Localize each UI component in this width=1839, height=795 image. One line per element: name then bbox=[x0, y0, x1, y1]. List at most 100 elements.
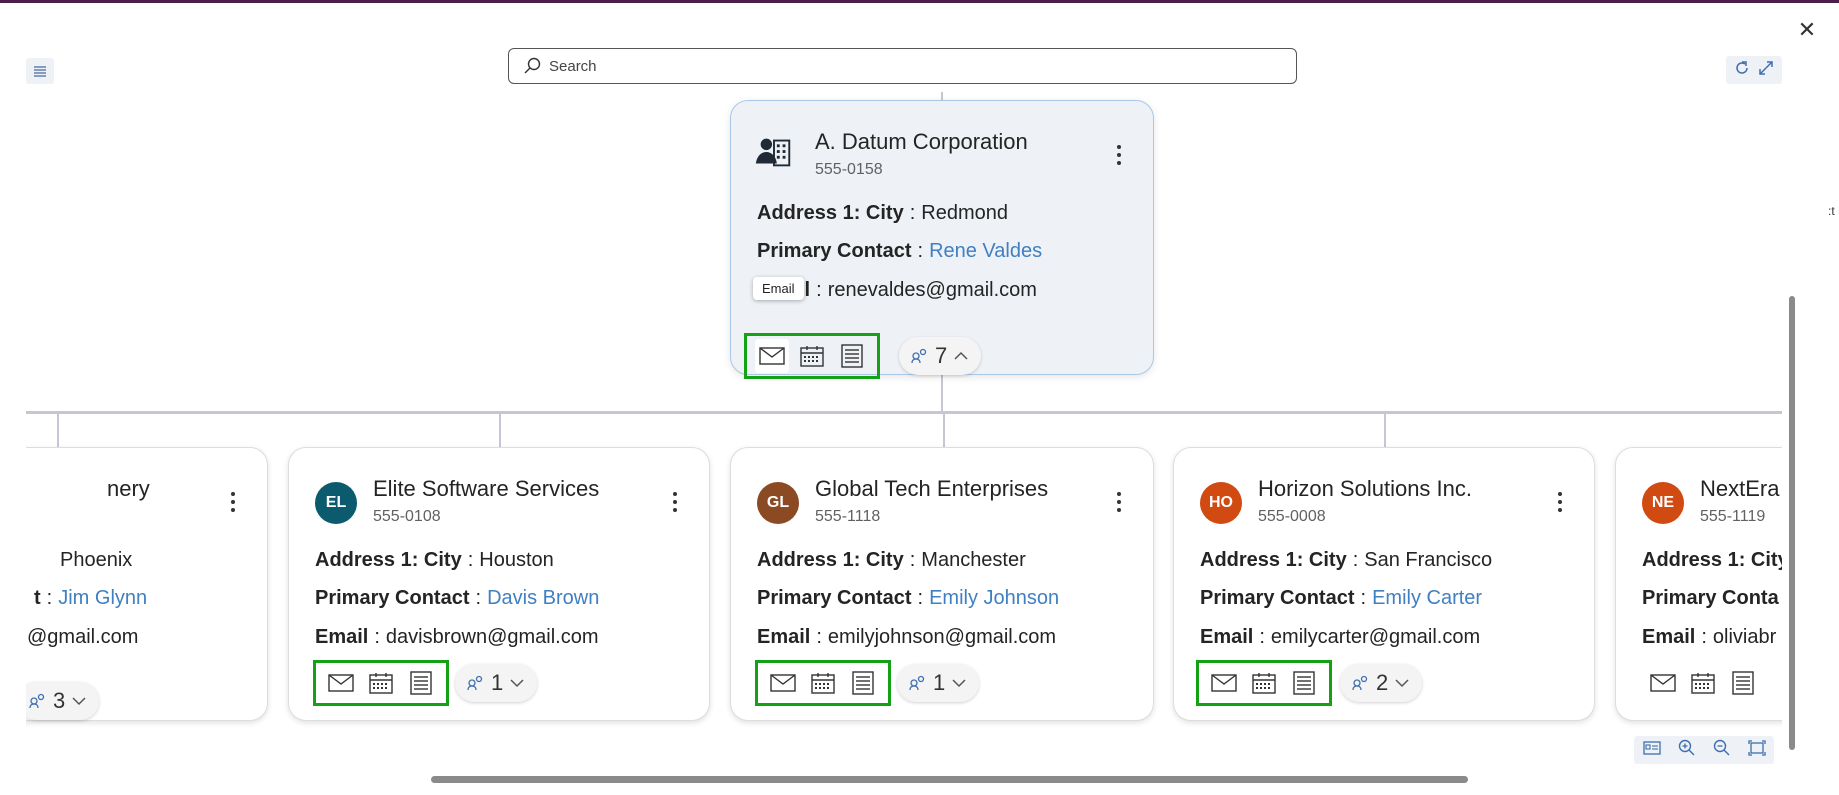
document-icon bbox=[410, 671, 432, 695]
city-value: Phoenix bbox=[60, 549, 133, 571]
account-name[interactable]: A. Datum Corporation bbox=[815, 129, 1028, 155]
email-label: Email bbox=[757, 626, 811, 648]
edge-tab-fragment: :t bbox=[1828, 204, 1835, 218]
primary-contact-link[interactable]: Rene Valdes bbox=[929, 240, 1042, 262]
city-label: Address 1: City bbox=[757, 202, 904, 224]
email-button[interactable] bbox=[755, 339, 789, 373]
email-value: renevaldes@gmail.com bbox=[827, 279, 1037, 301]
close-button[interactable]: ✕ bbox=[1795, 18, 1819, 42]
account-name[interactable]: nery bbox=[26, 476, 150, 502]
quick-actions bbox=[1638, 660, 1768, 706]
notes-button[interactable] bbox=[846, 666, 880, 700]
email-tooltip: Email bbox=[753, 277, 804, 300]
notes-button[interactable] bbox=[1726, 666, 1760, 700]
account-name[interactable]: NextEra bbox=[1700, 476, 1779, 502]
primary-contact-link[interactable]: Jim Glynn bbox=[58, 587, 147, 609]
more-options-button[interactable] bbox=[1109, 141, 1129, 169]
city-value: Manchester bbox=[921, 549, 1026, 571]
primary-contact-field: t: Jim Glynn bbox=[34, 587, 148, 609]
zoom-out-icon bbox=[1713, 739, 1729, 755]
children-toggle-button[interactable]: 1 bbox=[455, 664, 538, 702]
notes-button[interactable] bbox=[404, 666, 438, 700]
people-icon bbox=[29, 693, 45, 709]
quick-actions bbox=[1196, 660, 1332, 706]
email-label: Email bbox=[315, 626, 369, 648]
email-field: Email: davisbrown@gmail.com bbox=[315, 626, 599, 648]
calendar-icon bbox=[800, 346, 824, 367]
mail-icon bbox=[1211, 674, 1237, 692]
card-view-button[interactable] bbox=[1642, 740, 1661, 760]
email-button[interactable] bbox=[324, 666, 358, 700]
calendar-icon bbox=[369, 673, 393, 694]
zoom-in-button[interactable] bbox=[1678, 739, 1696, 762]
email-field: Email: emilyjohnson@gmail.com bbox=[757, 626, 1057, 648]
more-options-button[interactable] bbox=[665, 488, 685, 516]
horizontal-scrollbar[interactable] bbox=[431, 776, 1468, 783]
notes-button[interactable] bbox=[835, 339, 869, 373]
child-account-card[interactable]: nery Phoenix t: Jim Glynn @gmail.com 3 bbox=[26, 447, 268, 721]
child-account-card[interactable]: HO Horizon Solutions Inc. 555-0008 Addre… bbox=[1173, 447, 1595, 721]
building-people-icon bbox=[753, 131, 795, 173]
account-name[interactable]: Elite Software Services bbox=[373, 476, 599, 502]
vertical-scrollbar[interactable] bbox=[1789, 296, 1795, 750]
primary-contact-link[interactable]: Emily Carter bbox=[1372, 587, 1482, 609]
mail-icon bbox=[770, 674, 796, 692]
appointment-button[interactable] bbox=[1247, 666, 1281, 700]
contact-card-icon bbox=[1642, 740, 1661, 755]
children-toggle-button[interactable]: 3 bbox=[26, 682, 100, 720]
account-phone: 555-1118 bbox=[815, 508, 881, 525]
city-value: Redmond bbox=[921, 202, 1008, 224]
primary-contact-label: Primary Contact bbox=[757, 240, 912, 262]
child-account-card[interactable]: NE NextEra 555-1119 Address 1: City Prim… bbox=[1615, 447, 1782, 721]
more-options-button[interactable] bbox=[1109, 488, 1129, 516]
avatar: HO bbox=[1200, 482, 1242, 524]
more-options-button[interactable] bbox=[223, 488, 243, 516]
fit-to-screen-button[interactable] bbox=[1747, 739, 1766, 761]
email-field: Email: oliviabr bbox=[1642, 626, 1777, 648]
child-account-card[interactable]: GL Global Tech Enterprises 555-1118 Addr… bbox=[730, 447, 1154, 721]
appointment-button[interactable] bbox=[1686, 666, 1720, 700]
appointment-button[interactable] bbox=[806, 666, 840, 700]
primary-contact-label: Primary Conta bbox=[1642, 587, 1779, 609]
primary-contact-link[interactable]: Davis Brown bbox=[487, 587, 599, 609]
children-count: 3 bbox=[53, 688, 66, 713]
email-value: emilycarter@gmail.com bbox=[1270, 626, 1481, 648]
appointment-button[interactable] bbox=[795, 339, 829, 373]
children-toggle-button[interactable]: 1 bbox=[897, 664, 980, 702]
city-field: Address 1: City: San Francisco bbox=[1200, 549, 1493, 571]
email-button[interactable] bbox=[766, 666, 800, 700]
city-label: Address 1: City bbox=[1642, 549, 1782, 571]
zoom-out-button[interactable] bbox=[1713, 739, 1731, 762]
children-toggle-button[interactable]: 7 bbox=[899, 337, 982, 375]
children-count: 7 bbox=[935, 343, 948, 368]
account-phone: 555-0008 bbox=[1258, 508, 1326, 525]
calendar-icon bbox=[1691, 673, 1715, 694]
city-label: Address 1: City bbox=[315, 549, 462, 571]
calendar-icon bbox=[811, 673, 835, 694]
chevron-down-icon bbox=[1395, 679, 1409, 688]
root-account-card[interactable]: A. Datum Corporation 555-0158 Address 1:… bbox=[730, 100, 1154, 379]
email-field: Email: emilycarter@gmail.com bbox=[1200, 626, 1481, 648]
quick-actions bbox=[755, 660, 891, 706]
email-button[interactable] bbox=[1646, 666, 1680, 700]
document-icon bbox=[841, 344, 863, 368]
people-icon bbox=[1352, 675, 1368, 691]
city-value: San Francisco bbox=[1364, 549, 1493, 571]
appointment-button[interactable] bbox=[364, 666, 398, 700]
account-name[interactable]: Global Tech Enterprises bbox=[815, 476, 1048, 502]
chevron-down-icon bbox=[72, 697, 86, 706]
zoom-in-icon bbox=[1678, 739, 1694, 755]
account-name[interactable]: Horizon Solutions Inc. bbox=[1258, 476, 1472, 502]
org-chart-canvas[interactable]: A. Datum Corporation 555-0158 Address 1:… bbox=[26, 0, 1782, 760]
primary-contact-link[interactable]: Emily Johnson bbox=[929, 587, 1059, 609]
chevron-down-icon bbox=[510, 679, 524, 688]
children-toggle-button[interactable]: 2 bbox=[1340, 664, 1423, 702]
email-button[interactable] bbox=[1207, 666, 1241, 700]
child-account-card[interactable]: EL Elite Software Services 555-0108 Addr… bbox=[288, 447, 710, 721]
city-field: Address 1: City: Redmond bbox=[757, 202, 1008, 224]
email-value: davisbrown@gmail.com bbox=[385, 626, 599, 648]
notes-button[interactable] bbox=[1287, 666, 1321, 700]
mail-icon bbox=[759, 347, 785, 365]
people-icon bbox=[911, 348, 927, 364]
more-options-button[interactable] bbox=[1550, 488, 1570, 516]
